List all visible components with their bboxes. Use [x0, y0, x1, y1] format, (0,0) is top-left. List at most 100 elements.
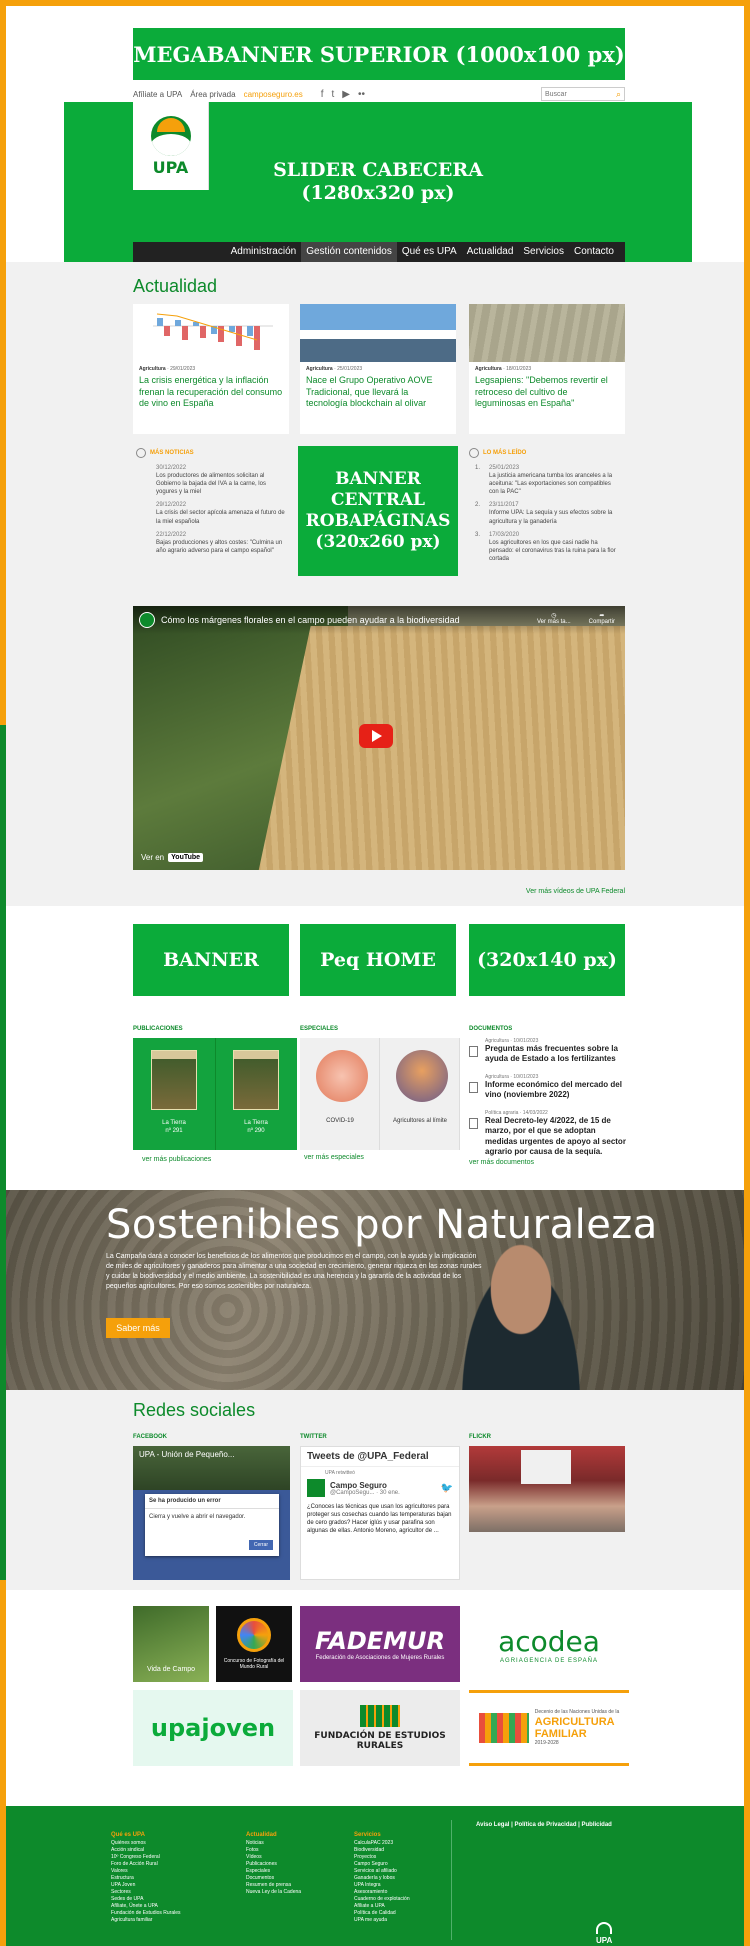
footer-link[interactable]: Agricultura familiar — [111, 1917, 181, 1924]
more-especiales-link[interactable]: ver más especiales — [304, 1154, 364, 1161]
footer-link[interactable]: Acción sindical — [111, 1847, 181, 1854]
footer-link[interactable]: Vídeos — [246, 1854, 301, 1861]
footer-link[interactable]: UPA Joven — [111, 1882, 181, 1889]
footer-link[interactable]: Fundación de Estudios Rurales — [111, 1910, 181, 1917]
footer-legal-links[interactable]: Aviso Legal | Política de Privacidad | P… — [476, 1822, 612, 1828]
news-card[interactable]: Agricultura · 18/01/2023 Legsapiens: "De… — [469, 304, 625, 434]
especial-card[interactable]: COVID-19 — [300, 1038, 380, 1150]
list-item[interactable]: 2. 23/11/2017 Informe UPA: La sequía y sus… — [475, 501, 619, 525]
list-item[interactable]: 29/12/2022 La crisis del sector apícola a… — [156, 501, 286, 525]
share-button[interactable]: ➦ Compartir — [589, 612, 615, 625]
more-documentos-link[interactable]: ver más documentos — [469, 1159, 534, 1166]
megabanner-ad[interactable]: MEGABANNER SUPERIOR (1000x100 px) — [133, 28, 625, 80]
publication-label[interactable]: La Tierra nº 291 — [144, 1120, 204, 1136]
footer-link[interactable]: Especiales — [246, 1868, 301, 1875]
partner-acodea[interactable]: acodea AGRIAGENCIA DE ESPAÑA — [469, 1606, 629, 1682]
footer-link[interactable]: Publicaciones — [246, 1861, 301, 1868]
nav-actualidad[interactable]: Actualidad — [462, 242, 519, 262]
footer-link[interactable]: UPA Integra — [354, 1882, 410, 1889]
footer-link[interactable]: 10º Congreso Federal — [111, 1854, 181, 1861]
footer-heading[interactable]: Qué es UPA — [111, 1832, 181, 1838]
news-title[interactable]: La crisis energética y la inflación fren… — [133, 372, 289, 413]
banner-peq-home-1[interactable]: BANNER — [133, 924, 289, 996]
flickr-icon[interactable]: •• — [358, 89, 365, 100]
facebook-icon[interactable]: f — [321, 89, 324, 100]
news-title[interactable]: Nace el Grupo Operativo AOVE Tradicional… — [300, 372, 456, 413]
twitter-icon[interactable]: t — [332, 89, 335, 100]
footer-link[interactable]: CalculaPAC 2023 — [354, 1840, 410, 1847]
footer-link[interactable]: UPA me ayuda — [354, 1917, 410, 1924]
watch-later-button[interactable]: ◷ Ver más ta... — [537, 612, 571, 625]
channel-avatar-icon[interactable] — [139, 612, 155, 628]
footer-link[interactable]: Proyectos — [354, 1854, 410, 1861]
watch-on-youtube[interactable]: Ver en YouTube — [141, 853, 204, 862]
partner-fundacion-estudios-rurales[interactable]: FUNDACIÓN DE ESTUDIOS RURALES — [300, 1690, 460, 1766]
search-input[interactable] — [545, 90, 605, 98]
list-item[interactable]: 30/12/2022 Los productores de alimentos s… — [156, 464, 286, 496]
list-item[interactable]: 22/12/2022 Bajas producciones y altos cos… — [156, 531, 286, 555]
nav-que-es-upa[interactable]: Qué es UPA — [397, 242, 462, 262]
facebook-page-name[interactable]: UPA - Unión de Pequeño... — [133, 1446, 290, 1490]
footer-link[interactable]: Asesoramiento — [354, 1889, 410, 1896]
partner-concurso-fotografia[interactable]: Concurso de Fotografía del Mundo Rural — [216, 1606, 292, 1682]
footer-link[interactable]: Valores — [111, 1868, 181, 1875]
area-privada-link[interactable]: Área privada — [190, 90, 235, 99]
tweet-author[interactable]: Campo Seguro @CampoSegu... · 30 ene. 🐦 — [301, 1476, 459, 1500]
avatar[interactable] — [307, 1479, 325, 1497]
especial-card[interactable]: Agricultores al límite — [380, 1038, 460, 1150]
footer-upa-logo[interactable]: UPA — [596, 1922, 612, 1945]
document-item[interactable]: Agricultura · 10/01/2023 Informe económi… — [469, 1074, 629, 1101]
footer-link[interactable]: Documentos — [246, 1875, 301, 1882]
footer-link[interactable]: Sectores — [111, 1889, 181, 1896]
news-card[interactable]: Agricultura · 25/01/2023 Nace el Grupo O… — [300, 304, 456, 434]
list-item[interactable]: 3. 17/03/2020 Los agricultores en los que … — [475, 531, 619, 563]
footer-link[interactable]: Afíliate a UPA — [354, 1903, 410, 1910]
camposeguro-link[interactable]: camposeguro.es — [244, 90, 303, 99]
partner-agricultura-familiar[interactable]: Decenio de las Naciones Unidas de la AGR… — [469, 1690, 629, 1766]
nav-gestion-contenidos[interactable]: Gestión contenidos — [301, 242, 397, 262]
footer-link[interactable]: Biodiversidad — [354, 1847, 410, 1854]
partner-vida-de-campo[interactable]: Vida de Campo — [133, 1606, 209, 1682]
footer-link[interactable]: Sedes de UPA — [111, 1896, 181, 1903]
partner-upajoven[interactable]: upajoven — [133, 1690, 293, 1766]
nav-servicios[interactable]: Servicios — [518, 242, 569, 262]
play-button-icon[interactable] — [359, 724, 393, 748]
video-title[interactable]: Cómo los márgenes florales en el campo p… — [161, 615, 460, 625]
list-item[interactable]: 1. 25/01/2023 La justicia americana tumba … — [475, 464, 619, 496]
nav-administracion[interactable]: Administración — [226, 242, 302, 262]
flickr-photo[interactable] — [469, 1446, 625, 1532]
more-videos-link[interactable]: Ver más vídeos de UPA Federal — [406, 888, 625, 895]
publication-label[interactable]: La Tierra nº 290 — [226, 1120, 286, 1136]
video-player[interactable]: Cómo los márgenes florales en el campo p… — [133, 606, 625, 870]
footer-link[interactable]: Noticias — [246, 1840, 301, 1847]
twitter-header[interactable]: Tweets de @UPA_Federal — [301, 1447, 459, 1467]
banner-peq-home-3[interactable]: (320x140 px) — [469, 924, 625, 996]
footer-link[interactable]: Estructura — [111, 1875, 181, 1882]
saber-mas-button[interactable]: Saber más — [106, 1318, 170, 1338]
document-item[interactable]: Agricultura · 10/01/2023 Preguntas más f… — [469, 1038, 629, 1065]
news-title[interactable]: Legsapiens: "Debemos revertir el retroce… — [469, 372, 625, 413]
footer-heading[interactable]: Actualidad — [246, 1832, 301, 1838]
publication-cover[interactable] — [233, 1050, 279, 1110]
footer-link[interactable]: Cuaderno de explotación — [354, 1896, 410, 1903]
footer-heading[interactable]: Servicios — [354, 1832, 410, 1838]
afiliate-link[interactable]: Afíliate a UPA — [133, 90, 182, 99]
footer-link[interactable]: Nueva Ley de la Cadena — [246, 1889, 301, 1896]
news-card[interactable]: Agricultura · 29/01/2023 La crisis energ… — [133, 304, 289, 434]
footer-link[interactable]: Fotos — [246, 1847, 301, 1854]
document-item[interactable]: Política agraria · 14/03/2022 Real Decre… — [469, 1110, 629, 1158]
nav-contacto[interactable]: Contacto — [569, 242, 619, 262]
more-publicaciones-link[interactable]: ver más publicaciones — [142, 1156, 211, 1163]
publication-cover[interactable] — [151, 1050, 197, 1110]
close-button[interactable]: Cerrar — [248, 1540, 273, 1550]
robapaginas-ad[interactable]: BANNER CENTRAL ROBAPÁGINAS (320x260 px) — [298, 446, 458, 576]
banner-peq-home-2[interactable]: Peq HOME — [300, 924, 456, 996]
footer-link[interactable]: Ganadería y lobos — [354, 1875, 410, 1882]
footer-link[interactable]: Foro de Acción Rural — [111, 1861, 181, 1868]
footer-link[interactable]: Campo Seguro — [354, 1861, 410, 1868]
footer-link[interactable]: Política de Calidad — [354, 1910, 410, 1917]
upa-logo[interactable]: UPA — [133, 102, 209, 190]
footer-link[interactable]: Afíliate, Únete a UPA — [111, 1903, 181, 1910]
youtube-icon[interactable]: ▶ — [342, 89, 350, 100]
partner-fademur[interactable]: FADEMUR Federación de Asociaciones de Mu… — [300, 1606, 460, 1682]
